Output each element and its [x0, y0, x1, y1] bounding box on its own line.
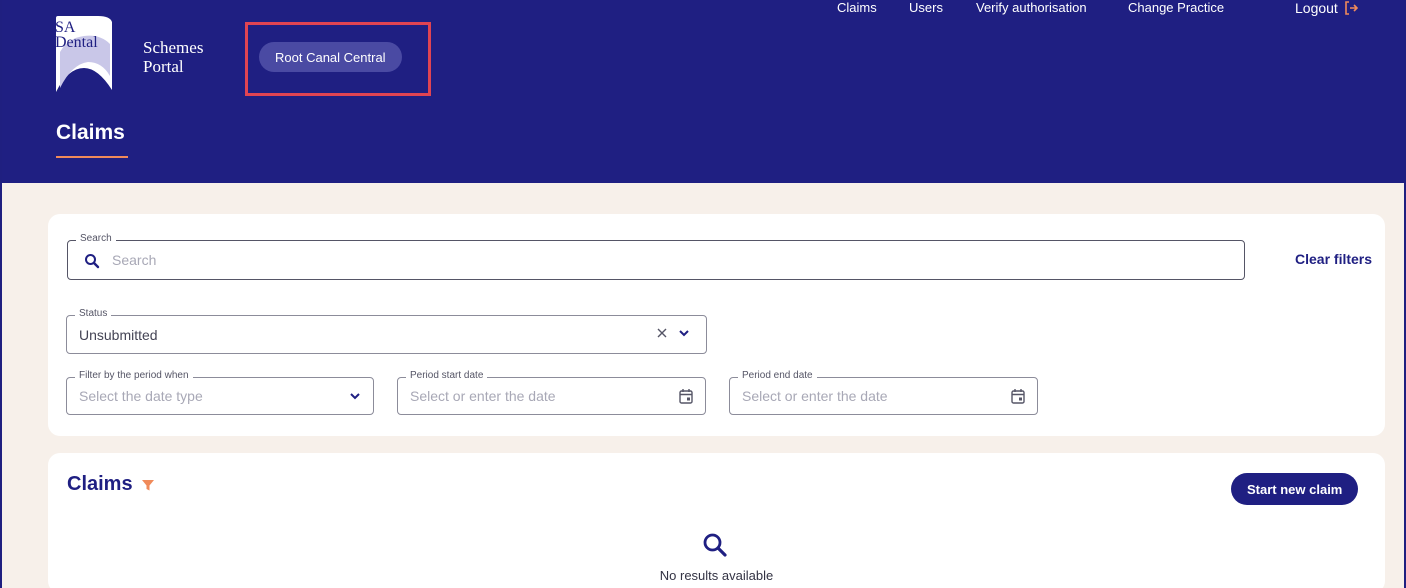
- claims-heading: Claims: [67, 473, 155, 496]
- date-type-select[interactable]: Filter by the period when Select the dat…: [66, 370, 374, 415]
- calendar-icon[interactable]: [679, 388, 693, 404]
- clear-filters-link[interactable]: Clear filters: [1295, 251, 1372, 267]
- search-icon: [703, 533, 727, 557]
- search-input[interactable]: Search Search: [67, 233, 1245, 280]
- period-end-date-input[interactable]: Period end date Select or enter the date: [729, 370, 1038, 415]
- logout-button[interactable]: Logout: [1295, 0, 1358, 16]
- portal-name-line-1: Schemes: [143, 38, 204, 57]
- start-date-placeholder: Select or enter the date: [410, 388, 556, 404]
- annotation-highlight-box: [245, 22, 431, 96]
- logo-text: SA Dental: [55, 19, 98, 51]
- search-icon: [85, 254, 100, 269]
- page-title-underline: [56, 156, 128, 158]
- start-new-claim-button[interactable]: Start new claim: [1231, 473, 1359, 505]
- app-window: SA Dental Schemes Portal Root Canal Cent…: [0, 0, 1406, 588]
- end-date-label: Period end date: [738, 370, 817, 381]
- nav-verify-authorisation[interactable]: Verify authorisation: [976, 0, 1087, 15]
- status-value: Unsubmitted: [79, 326, 158, 343]
- sa-dental-logo[interactable]: SA Dental: [50, 16, 116, 94]
- status-select[interactable]: Status Unsubmitted: [66, 308, 707, 354]
- top-header: SA Dental Schemes Portal Root Canal Cent…: [2, 0, 1404, 183]
- date-type-label: Filter by the period when: [75, 370, 193, 381]
- nav-users[interactable]: Users: [909, 0, 943, 15]
- chevron-down-icon: [350, 393, 360, 400]
- nav-claims[interactable]: Claims: [837, 0, 877, 15]
- portal-name-line-2: Portal: [143, 57, 184, 76]
- status-actions: [656, 327, 690, 339]
- filter-icon[interactable]: [141, 478, 155, 492]
- logout-icon: [1345, 1, 1358, 15]
- calendar-icon[interactable]: [1011, 388, 1025, 404]
- date-type-placeholder: Select the date type: [79, 388, 203, 404]
- page-title: Claims: [56, 121, 125, 144]
- logo-line-2: Dental: [55, 34, 98, 51]
- search-placeholder: Search: [112, 252, 157, 268]
- search-label: Search: [76, 233, 116, 244]
- claims-card: Claims Start new claim No results availa…: [48, 453, 1385, 588]
- filters-card: Search Search Clear filters Status Unsub…: [48, 214, 1385, 436]
- period-start-date-input[interactable]: Period start date Select or enter the da…: [397, 370, 706, 415]
- chevron-down-icon[interactable]: [678, 327, 690, 339]
- logout-label: Logout: [1295, 0, 1338, 16]
- end-date-placeholder: Select or enter the date: [742, 388, 888, 404]
- clear-icon[interactable]: [656, 327, 668, 339]
- claims-heading-label: Claims: [67, 473, 133, 495]
- nav-change-practice[interactable]: Change Practice: [1128, 0, 1224, 15]
- logo-line-1: SA: [55, 19, 76, 36]
- empty-state-message: No results available: [659, 568, 774, 583]
- start-date-label: Period start date: [406, 370, 488, 381]
- portal-name: Schemes Portal: [143, 38, 203, 76]
- status-label: Status: [75, 308, 112, 319]
